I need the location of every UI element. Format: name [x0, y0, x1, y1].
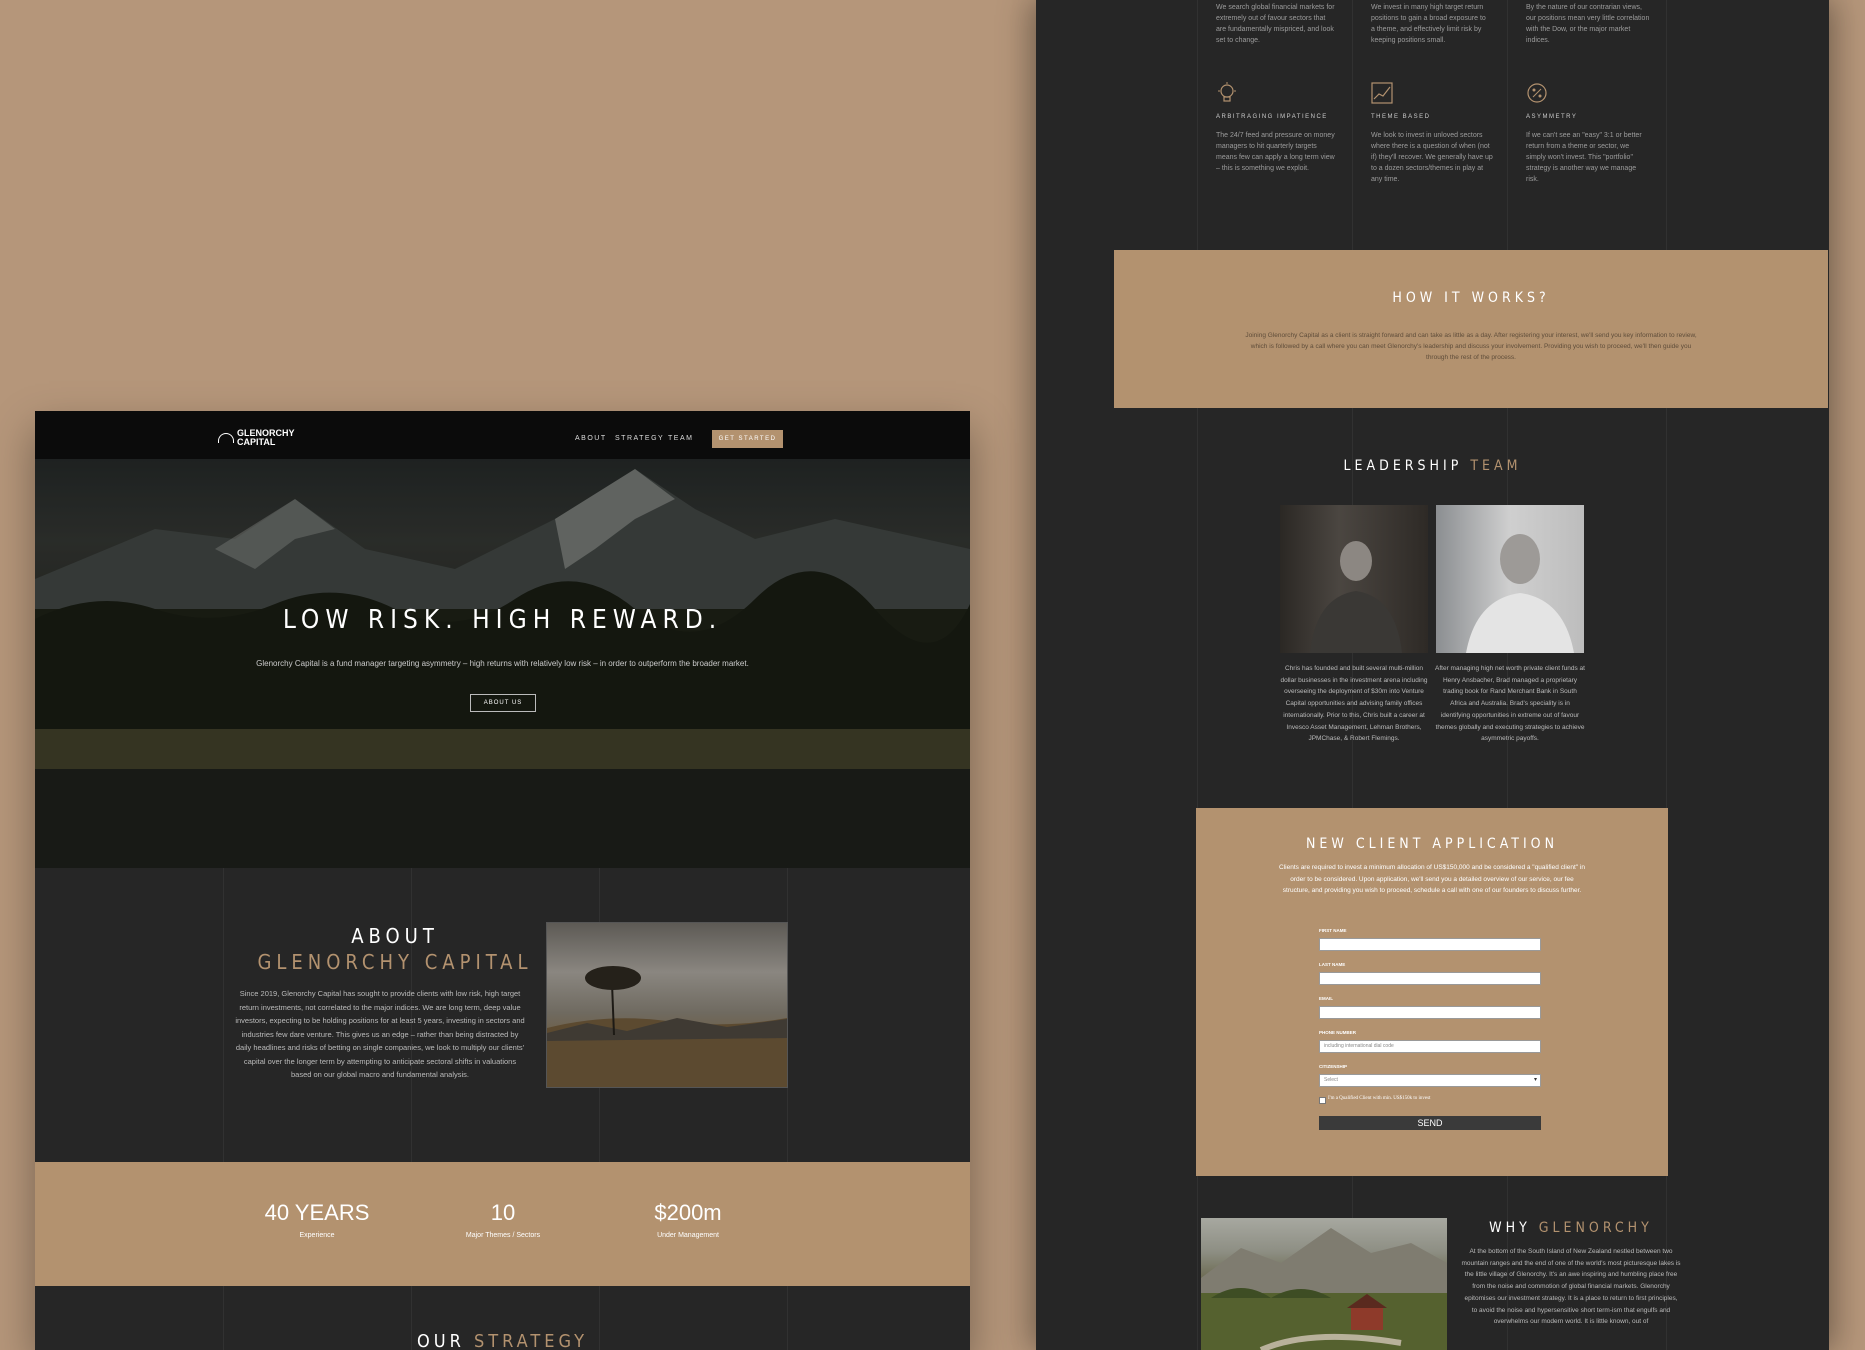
mountain-logo-icon: [218, 433, 234, 443]
feature-title: THEME BASED: [1371, 114, 1431, 120]
how-it-works-section: HOW IT WORKS? Joining Glenorchy Capital …: [1114, 250, 1828, 408]
percent-icon: [1527, 83, 1547, 103]
email-input[interactable]: [1319, 1006, 1541, 1019]
get-started-button[interactable]: GET STARTED: [712, 430, 783, 448]
email-label: EMAIL: [1319, 996, 1333, 1001]
application-heading: NEW CLIENT APPLICATION: [1305, 836, 1558, 852]
stat-years-label: Experience: [299, 1232, 335, 1239]
why-heading-part1: WHY: [1489, 1220, 1531, 1236]
qualified-client-checkbox[interactable]: [1319, 1097, 1326, 1104]
about-section: ABOUT GLENORCHY CAPITAL Since 2019, Glen…: [35, 868, 970, 1162]
feature-title: ASYMMETRY: [1526, 114, 1578, 120]
logo-line2: CAPITAL: [237, 437, 276, 447]
column-divider: [223, 868, 224, 1162]
feature-text: We search global financial markets for e…: [1216, 4, 1335, 44]
why-body: At the bottom of the South Island of New…: [1461, 1248, 1681, 1326]
chart-icon: [1371, 82, 1393, 104]
feature-body: We look to invest in unloved sectors whe…: [1371, 132, 1493, 183]
nav-about[interactable]: ABOUT: [575, 435, 607, 442]
homepage-mockup-bottom: We search global financial markets for e…: [1036, 0, 1829, 1350]
stat-aum-label: Under Management: [657, 1232, 719, 1239]
application-body: Clients are required to invest a minimum…: [1279, 864, 1585, 895]
stat-themes-label: Major Themes / Sectors: [465, 1232, 541, 1239]
qualified-client-label: I'm a Qualified Client with min. US$150k…: [1328, 1096, 1431, 1101]
feature-title: ARBITRAGING IMPATIENCE: [1216, 114, 1328, 120]
phone-label: PHONE NUMBER: [1319, 1030, 1357, 1035]
strategy-heading: OUR STRATEGY: [35, 1331, 970, 1350]
new-client-application-section: NEW CLIENT APPLICATION Clients are requi…: [1196, 808, 1668, 1176]
about-heading: ABOUT: [351, 924, 439, 948]
lone-tree-image: [546, 922, 788, 1088]
brad-portrait: [1436, 505, 1584, 653]
stat-years-value: 40 YEARS: [264, 1200, 370, 1225]
about-us-button[interactable]: ABOUT US: [470, 694, 536, 712]
how-heading-part1: HOW IT: [1392, 290, 1464, 306]
feature-body: The 24/7 feed and pressure on money mana…: [1216, 132, 1335, 172]
how-heading: HOW IT WORKS?: [1114, 290, 1828, 306]
hero-title: LOW RISK. HIGH REWARD.: [282, 605, 723, 635]
strategy-heading-part1: OUR: [416, 1331, 465, 1350]
chris-portrait: [1280, 505, 1428, 653]
strategy-section: OUR STRATEGY: [35, 1286, 970, 1350]
nav-team[interactable]: TEAM: [668, 435, 693, 442]
hero-subtitle: Glenorchy Capital is a fund manager targ…: [256, 659, 749, 668]
first-name-label: FIRST NAME: [1319, 928, 1347, 933]
logo[interactable]: GLENORCHY CAPITAL: [218, 429, 295, 447]
leadership-heading: LEADERSHIP TEAM: [1036, 458, 1829, 474]
citizenship-select-value: Select: [1324, 1077, 1338, 1083]
citizenship-select[interactable]: Select ▾: [1319, 1074, 1541, 1087]
phone-input[interactable]: including international dial code: [1319, 1040, 1541, 1053]
top-nav: GLENORCHY CAPITAL ABOUT STRATEGY TEAM GE…: [35, 411, 970, 459]
why-heading-part2: GLENORCHY: [1538, 1220, 1653, 1236]
about-heading-company: GLENORCHY CAPITAL: [257, 950, 533, 974]
glenorchy-landscape-image: [1201, 1218, 1447, 1350]
last-name-label: LAST NAME: [1319, 962, 1346, 967]
about-body: Since 2019, Glenorchy Capital has sought…: [235, 989, 525, 1079]
feature-text: We invest in many high target return pos…: [1371, 4, 1486, 44]
leadership-heading-part2: TEAM: [1470, 458, 1522, 474]
lightbulb-icon: [1218, 82, 1236, 102]
how-heading-part2: WORKS?: [1471, 290, 1550, 306]
chris-bio: Chris has founded and built several mult…: [1280, 665, 1428, 743]
stats-band: 40 YEARS Experience 10 Major Themes / Se…: [35, 1162, 970, 1286]
why-heading: WHY GLENORCHY: [1456, 1220, 1686, 1236]
stat-aum-value: $200m: [654, 1200, 722, 1225]
last-name-input[interactable]: [1319, 972, 1541, 985]
hero-section: LOW RISK. HIGH REWARD. Glenorchy Capital…: [35, 459, 970, 868]
feature-body: If we can't see an "easy" 3:1 or better …: [1526, 132, 1642, 183]
homepage-mockup-top: GLENORCHY CAPITAL ABOUT STRATEGY TEAM GE…: [35, 411, 970, 1350]
send-button[interactable]: SEND: [1319, 1116, 1541, 1130]
how-body: Joining Glenorchy Capital as a client is…: [1245, 332, 1697, 361]
first-name-input[interactable]: [1319, 938, 1541, 951]
feature-text: By the nature of our contrarian views, o…: [1526, 4, 1650, 44]
stat-themes-value: 10: [490, 1200, 516, 1225]
leadership-heading-part1: LEADERSHIP: [1343, 458, 1463, 474]
chevron-down-icon: ▾: [1533, 1077, 1537, 1083]
brad-bio: After managing high net worth private cl…: [1435, 665, 1585, 743]
strategy-heading-part2: STRATEGY: [473, 1331, 589, 1350]
citizenship-label: CITIZENSHIP: [1319, 1064, 1348, 1069]
nav-strategy[interactable]: STRATEGY: [615, 435, 664, 442]
